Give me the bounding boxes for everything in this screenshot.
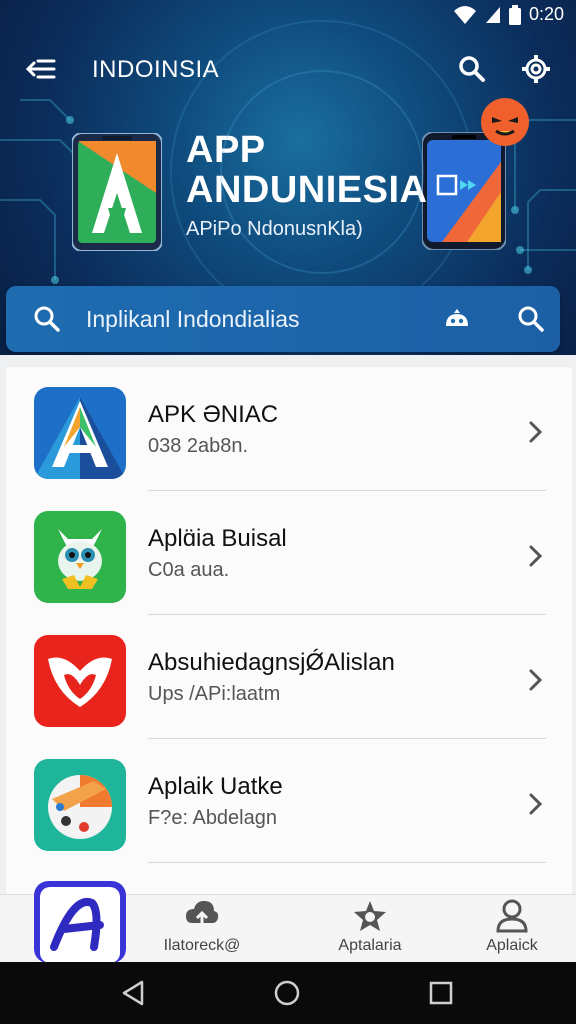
owl-icon (34, 511, 126, 603)
nav-label: Ilatoreck@ (163, 937, 241, 954)
list-item[interactable]: Aplɑ̈ia Buisal C0a aua. (6, 491, 572, 615)
app-title: Aplaik Uatke (148, 773, 283, 800)
gear-icon (522, 55, 550, 83)
app-title: APK ƏNIAC (148, 401, 279, 428)
toolbar-title: INDOINSIA (92, 56, 220, 83)
hero-title: APP ANDUNIESIA (186, 130, 427, 210)
status-bar: 0:20 (0, 0, 576, 30)
star-icon (354, 901, 386, 931)
chevron-right-icon (529, 545, 543, 567)
chevron-right-icon (529, 421, 543, 443)
cloud-upload-icon (186, 901, 219, 931)
nav-label: Aptalaria (338, 937, 402, 954)
nav-item-0[interactable]: Ilatoreck@ (142, 899, 262, 961)
app-list: APK ƏNIAC 038 2ab8n. Aplɑ̈ia Buisal C0a … (6, 367, 572, 895)
battery-icon (508, 4, 521, 25)
a-script-logo-icon[interactable] (34, 881, 126, 963)
recents-square-icon[interactable] (426, 978, 456, 1008)
search-submit-icon[interactable] (516, 304, 546, 334)
phone-illustration-left (72, 133, 162, 251)
emoji-badge-icon (481, 98, 529, 146)
signal-icon (485, 6, 500, 23)
wifi-icon (453, 5, 476, 24)
app-subtitle: 038 2ab8n. (148, 435, 249, 457)
phone-illustration-right (422, 132, 506, 250)
back-button[interactable] (22, 53, 58, 85)
list-item[interactable]: AbsuhiedagnsjǾAlislan Ups /APi:laatm (6, 615, 572, 739)
nav-item-1[interactable]: Aptalaria (310, 899, 430, 961)
search-bar[interactable]: Inplikanl Indondialias (6, 286, 560, 352)
system-navigation-bar (0, 962, 576, 1024)
app-title: Aplɑ̈ia Buisal (148, 525, 287, 552)
home-circle-icon[interactable] (272, 978, 302, 1008)
hero-title-line2: ANDUNIESIA (186, 169, 428, 211)
divider (148, 862, 546, 863)
settings-button[interactable] (520, 53, 552, 85)
voice-search-icon[interactable] (442, 304, 472, 334)
app-subtitle: Ups /APi:laatm (148, 683, 281, 705)
hero-subtitle: APiPo NdonusnKla) (186, 218, 363, 240)
a-logo-icon (34, 387, 126, 479)
status-time: 0:20 (528, 4, 564, 24)
back-arrow-icon (25, 59, 56, 79)
nav-label: Aplaick (486, 937, 538, 954)
search-icon (459, 56, 485, 82)
chevron-right-icon (529, 793, 543, 815)
nav-item-2[interactable]: Aplaick (452, 899, 572, 961)
list-item[interactable]: APK ƏNIAC 038 2ab8n. (6, 367, 572, 491)
search-input[interactable]: Inplikanl Indondialias (86, 306, 300, 333)
app-list-container: APK ƏNIAC 038 2ab8n. Aplɑ̈ia Buisal C0a … (0, 355, 576, 895)
back-triangle-icon[interactable] (118, 978, 148, 1008)
app-title: AbsuhiedagnsjǾAlislan (148, 649, 395, 676)
app-header: 0:20 INDOINSIA APP ANDUNIESIA APiPo Ndon… (0, 0, 576, 355)
bottom-navigation: Ilatoreck@ Aptalaria Aplaick (0, 881, 576, 963)
heart-shield-icon (34, 635, 126, 727)
hero-title-line1: APP (186, 129, 266, 171)
list-item[interactable]: Aplaik Uatke F?e: Abdelagn (6, 739, 572, 863)
search-icon (34, 306, 60, 332)
palette-icon (34, 759, 126, 851)
app-subtitle: C0a aua. (148, 559, 230, 581)
app-subtitle: F?e: Abdelagn (148, 807, 277, 829)
person-icon (496, 899, 528, 933)
toolbar: INDOINSIA (0, 45, 576, 93)
toolbar-search-button[interactable] (456, 53, 488, 85)
chevron-right-icon (529, 669, 543, 691)
